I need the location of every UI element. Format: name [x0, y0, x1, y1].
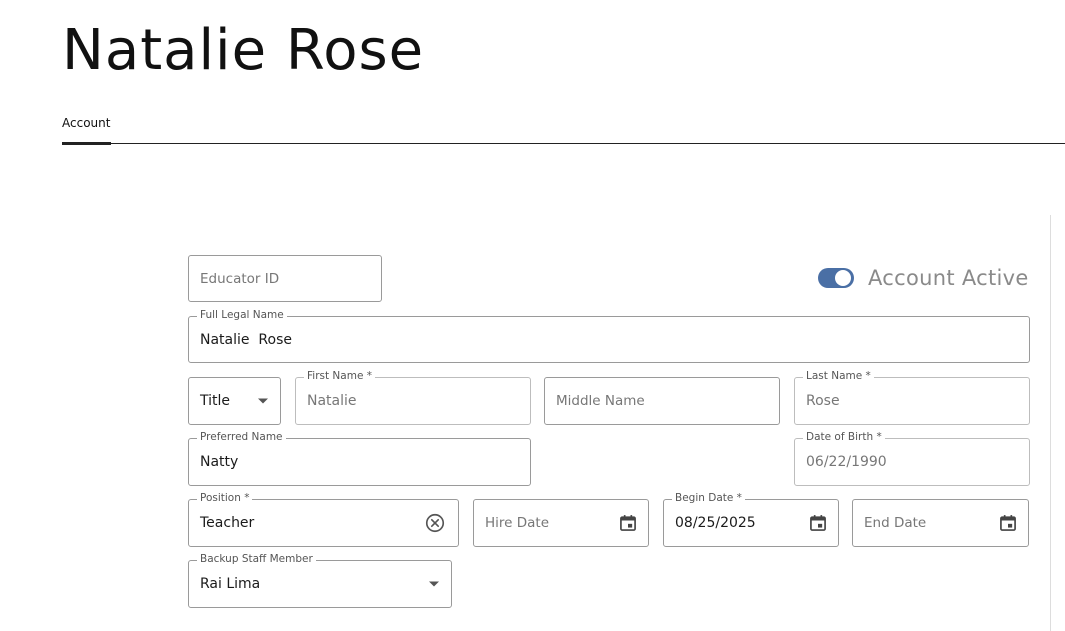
caret-down-icon — [258, 398, 268, 404]
preferred-name-field[interactable]: Preferred Name Natty — [188, 431, 531, 486]
date-of-birth-value: 06/22/1990 — [806, 454, 887, 470]
end-date-field[interactable]: End Date — [852, 499, 1029, 547]
account-active-label: Account Active — [868, 266, 1029, 290]
preferred-name-value: Natty — [200, 454, 239, 470]
calendar-icon[interactable] — [808, 513, 828, 533]
educator-id-placeholder: Educator ID — [200, 270, 280, 287]
first-name-value: Natalie — [307, 393, 357, 409]
position-value: Teacher — [200, 515, 255, 531]
tab-account-label: Account — [62, 116, 111, 130]
end-date-placeholder: End Date — [864, 515, 927, 531]
educator-id-field[interactable]: Educator ID — [188, 255, 382, 302]
full-legal-name-label: Full Legal Name — [197, 309, 287, 321]
account-active-toggle[interactable] — [818, 267, 854, 289]
date-of-birth-label: Date of Birth * — [803, 431, 885, 443]
title-select[interactable]: Title — [188, 377, 281, 425]
hire-date-field[interactable]: Hire Date — [473, 499, 649, 547]
begin-date-value: 08/25/2025 — [675, 515, 756, 531]
hire-date-placeholder: Hire Date — [485, 515, 550, 531]
middle-name-placeholder: Middle Name — [556, 393, 645, 409]
begin-date-field[interactable]: Begin Date * 08/25/2025 — [663, 492, 839, 547]
calendar-icon[interactable] — [618, 513, 638, 533]
calendar-icon[interactable] — [998, 513, 1018, 533]
caret-down-icon — [429, 581, 439, 587]
backup-staff-select[interactable]: Backup Staff Member Rai Lima — [188, 553, 452, 608]
tab-active-indicator — [62, 142, 111, 145]
corner-quote-mark: ” — [33, 0, 44, 11]
date-of-birth-field[interactable]: Date of Birth * 06/22/1990 — [794, 431, 1030, 486]
first-name-field[interactable]: First Name * Natalie — [295, 370, 531, 425]
last-name-value: Rose — [806, 393, 840, 409]
tab-account[interactable]: Account — [62, 113, 111, 145]
backup-staff-label: Backup Staff Member — [197, 553, 316, 565]
position-field[interactable]: Position * Teacher — [188, 492, 459, 547]
page-title: Natalie Rose — [62, 18, 425, 83]
full-legal-name-field[interactable]: Full Legal Name Natalie Rose — [188, 309, 1030, 363]
middle-name-field[interactable]: Middle Name — [544, 377, 780, 425]
last-name-label: Last Name * — [803, 370, 874, 382]
clear-icon[interactable] — [424, 512, 446, 534]
tab-bar: Account — [62, 113, 1065, 145]
position-label: Position * — [197, 492, 253, 504]
title-value: Title — [200, 393, 231, 409]
first-name-label: First Name * — [304, 370, 375, 382]
panel-divider — [1050, 215, 1051, 631]
full-legal-name-value: Natalie Rose — [200, 331, 292, 348]
begin-date-label: Begin Date * — [672, 492, 745, 504]
backup-staff-value: Rai Lima — [200, 576, 261, 592]
preferred-name-label: Preferred Name — [197, 431, 286, 443]
last-name-field[interactable]: Last Name * Rose — [794, 370, 1030, 425]
toggle-knob — [835, 270, 851, 286]
